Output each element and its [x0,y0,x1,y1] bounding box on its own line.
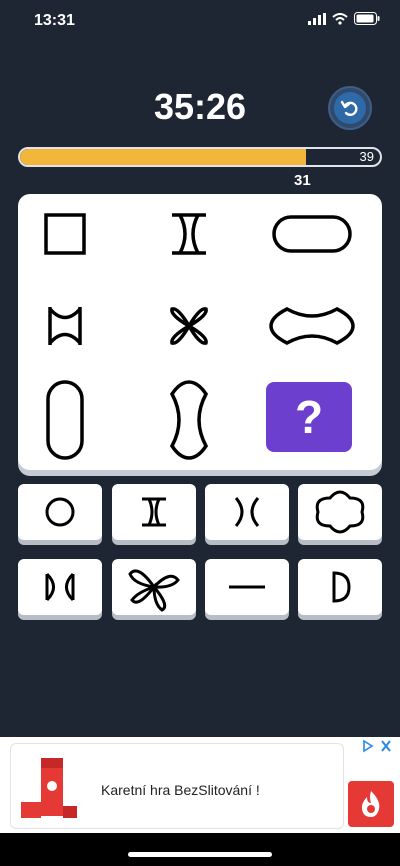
progress-bar: 39 [18,147,382,167]
ad-text[interactable]: Karetní hra BezSlitování ! [101,782,260,798]
ad-banner[interactable]: Karetní hra BezSlitování ! [0,737,400,833]
option-quatrefoil[interactable] [298,484,382,540]
progress-fill [20,149,307,165]
undo-icon [334,92,366,124]
scooped-ellipse-shape [262,288,362,364]
four-petal-shape [139,288,239,364]
hourglass-shape [139,196,239,272]
option-serif-i[interactable] [112,484,196,540]
option-circle[interactable] [18,484,102,540]
progress-current: 31 [294,172,311,189]
bottom-strip [0,833,400,866]
home-indicator [128,852,272,857]
option-pinwheel[interactable] [112,559,196,615]
battery-icon [354,12,380,25]
option-half-circle[interactable] [298,559,382,615]
status-icons [308,12,380,25]
option-bowtie-horizontal[interactable] [18,559,102,615]
progress-max: 39 [359,149,374,164]
signal-icon [308,12,326,25]
scooped-vertical-shape [139,380,239,460]
ad-card[interactable]: Karetní hra BezSlitování ! [10,743,344,829]
stadium-vertical-shape [15,380,115,460]
status-time: 13:31 [34,12,75,29]
wifi-icon [332,12,348,25]
ad-product-image [21,758,77,818]
question-cell: ? [266,382,352,452]
flame-logo-icon[interactable] [348,781,394,827]
square-shape [15,196,115,272]
option-horizontal-line[interactable] [205,559,289,615]
bowtie-vertical-shape [15,288,115,364]
status-bar: 13:31 [0,0,400,44]
question-mark: ? [294,391,324,443]
ad-choices-icon[interactable] [362,739,394,756]
undo-button[interactable] [328,86,372,130]
stadium-horizontal-shape [262,196,362,272]
option-concave-bars[interactable] [205,484,289,540]
